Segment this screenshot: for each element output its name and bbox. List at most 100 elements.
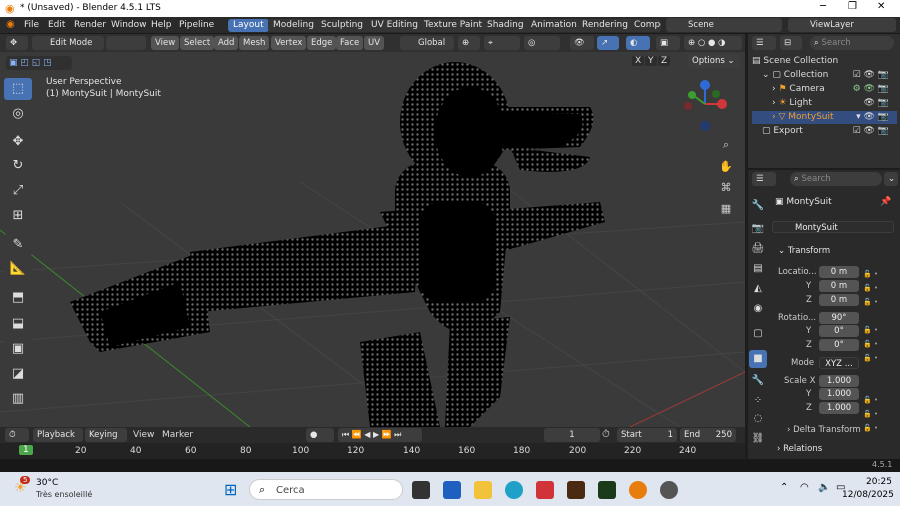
timeline-ruler[interactable]: 1 20 40 60 80 100 120 140 160 180 200 22… [0,443,745,459]
outliner-editor-icon[interactable]: ☰ [752,36,776,50]
select-tool-icon[interactable]: ⬚ [4,78,32,100]
file-explorer-icon[interactable] [474,481,492,499]
output-properties-tab[interactable]: 🖨 [749,240,767,258]
rotation-mode-select[interactable]: XYZ ... [819,357,859,369]
timeline-marker-menu[interactable]: Marker [162,430,193,440]
scale-y-field[interactable]: 1.000 [819,388,859,400]
clock-date[interactable]: 12/08/2025 [842,490,894,500]
options-button[interactable]: Options ⌄ [688,54,740,68]
tray-chevron-icon[interactable]: ⌃ [780,482,788,493]
world-properties-tab[interactable]: ◉ [749,300,767,318]
outliner-display-icon[interactable]: ⊟ [780,36,802,50]
menu-render[interactable]: Render [74,20,106,30]
tab-modeling[interactable]: Modeling [268,19,319,32]
properties-options-icon[interactable]: ⌄ [884,172,898,186]
proportional-edit-icon[interactable]: ◎ [524,36,560,50]
xray-icon[interactable]: ▣ [656,36,680,50]
windows-start-icon[interactable]: ⊞ [224,480,237,499]
scene-selector[interactable]: Scene [666,18,782,32]
navigation-gizmo[interactable] [680,76,730,136]
header-face-menu[interactable]: Face [336,36,364,50]
store-icon[interactable] [443,481,461,499]
playback-menu[interactable]: Playback ⌄ [33,428,83,454]
pivot-icon[interactable]: ⊕ [458,36,480,50]
location-z-field[interactable]: 0 m [819,294,859,306]
mirror-z-toggle[interactable]: Z [658,56,671,66]
location-y-field[interactable]: 0 m [819,280,859,292]
app-icon-red[interactable] [536,481,554,499]
render-properties-tab[interactable]: 📷 [749,220,767,238]
collection-properties-tab[interactable]: ▢ [749,325,767,343]
app-icon-round[interactable] [660,481,678,499]
scene-properties-tab[interactable]: ◭ [749,280,767,298]
tab-animation[interactable]: Animation [526,19,582,32]
scale-z-field[interactable]: 1.000 [819,402,859,414]
transform-panel-header[interactable]: ⌄ Transform [778,246,830,256]
physics-properties-tab[interactable]: ◌ [749,410,767,428]
properties-editor-icon[interactable]: ☰ [752,172,776,186]
clock-time[interactable]: 20:25 [866,477,892,487]
tab-compositing[interactable]: Compo [629,19,661,32]
mode-selector[interactable]: Edit Mode [32,36,104,50]
playhead[interactable]: 1 [19,445,33,455]
current-frame-field[interactable]: 1 [544,428,600,442]
relations-header[interactable]: › Relations [777,444,822,454]
volume-icon[interactable]: 🔈 [818,482,830,493]
inset-tool-icon[interactable]: ▣ [4,338,32,360]
move-tool-icon[interactable]: ✥ [4,131,32,153]
object-name-field[interactable]: MontySuit [772,221,894,233]
tab-texture-paint[interactable]: Texture Paint [419,19,488,32]
minimize-icon[interactable]: ─ [820,1,826,12]
timeline-view-menu[interactable]: View [133,430,154,440]
close-icon[interactable]: ✕ [877,1,885,12]
scale-x-field[interactable]: 1.000 [819,375,859,387]
measure-tool-icon[interactable]: 📐 [4,258,32,280]
weather-desc[interactable]: Très ensoleillé [36,490,92,499]
object-properties-tab[interactable]: ■ [749,350,767,368]
bevel-tool-icon[interactable]: ◪ [4,363,32,385]
tab-rendering[interactable]: Rendering [577,19,633,32]
app-icon-terminal[interactable] [598,481,616,499]
auto-key-toggle[interactable]: ● [306,428,334,442]
end-frame-field[interactable]: End 250 [680,428,736,442]
timeline-editor-icon[interactable]: ⏱ [5,428,29,442]
location-x-field[interactable]: 0 m [819,266,859,278]
properties-search[interactable]: ⌕ Search [790,172,882,186]
transform-tool-icon[interactable]: ⊞ [4,205,32,227]
menu-window[interactable]: Window [111,20,147,30]
delta-transform-header[interactable]: › Delta Transform [787,425,861,435]
mirror-x-toggle[interactable]: X [632,56,645,66]
outliner-search[interactable]: ⌕ Search [810,36,894,50]
overlay-icon[interactable]: ◐ [626,36,650,50]
tab-shading[interactable]: Shading [482,19,529,32]
outliner-item-camera[interactable]: › ⚑ Camera ⚙ 👁 📷 [752,83,897,96]
rotation-z-field[interactable]: 0° [819,339,859,351]
start-frame-field[interactable]: Start 1 [617,428,677,442]
tool-properties-tab[interactable]: 🔧 [749,197,767,215]
outliner-item-export[interactable]: ▢ Export ☑ 👁 📷 [752,125,897,138]
lock-toggles[interactable]: 🔓 • 🔓 • 🔓 • 🔓 • 🔓 • 🔓 • 🔓 • 🔓 • 🔓 • [863,267,887,432]
tab-uv-editing[interactable]: UV Editing [366,19,423,32]
zoom-icon[interactable]: ⌕ [717,136,735,154]
wifi-icon[interactable]: ◠ [800,482,809,493]
menu-file[interactable]: File [24,20,39,30]
outliner-item-collection[interactable]: ⌄ ▢ Collection ☑ 👁 📷 [752,69,897,82]
gizmo-icon[interactable]: ↗ [597,36,619,50]
annotate-tool-icon[interactable]: ✎ [4,234,32,256]
view-layer-selector[interactable]: ViewLayer [788,18,896,32]
ortho-grid-icon[interactable]: ▦ [717,200,735,218]
weather-temp[interactable]: 30°C [36,478,58,488]
extrude-tool-icon[interactable]: ⬓ [4,313,32,335]
header-view-menu[interactable]: View [151,36,180,50]
task-view-icon[interactable] [412,481,430,499]
edge-icon[interactable] [505,481,523,499]
keying-menu[interactable]: Keying ⌄ [85,428,127,454]
clock-icon[interactable]: ⏱ [602,429,610,440]
scale-tool-icon[interactable]: ⤢ [4,180,32,202]
header-vertex-menu[interactable]: Vertex [271,36,307,50]
camera-view-icon[interactable]: ⌘ [717,179,735,197]
select-box-modes[interactable]: ▣ ◰ ◱ ◳ [6,56,72,70]
constraints-properties-tab[interactable]: ⛓ [749,430,767,448]
header-select-menu[interactable]: Select [180,36,215,50]
3d-viewport[interactable]: User Perspective (1) MontySuit | MontySu… [0,52,745,427]
